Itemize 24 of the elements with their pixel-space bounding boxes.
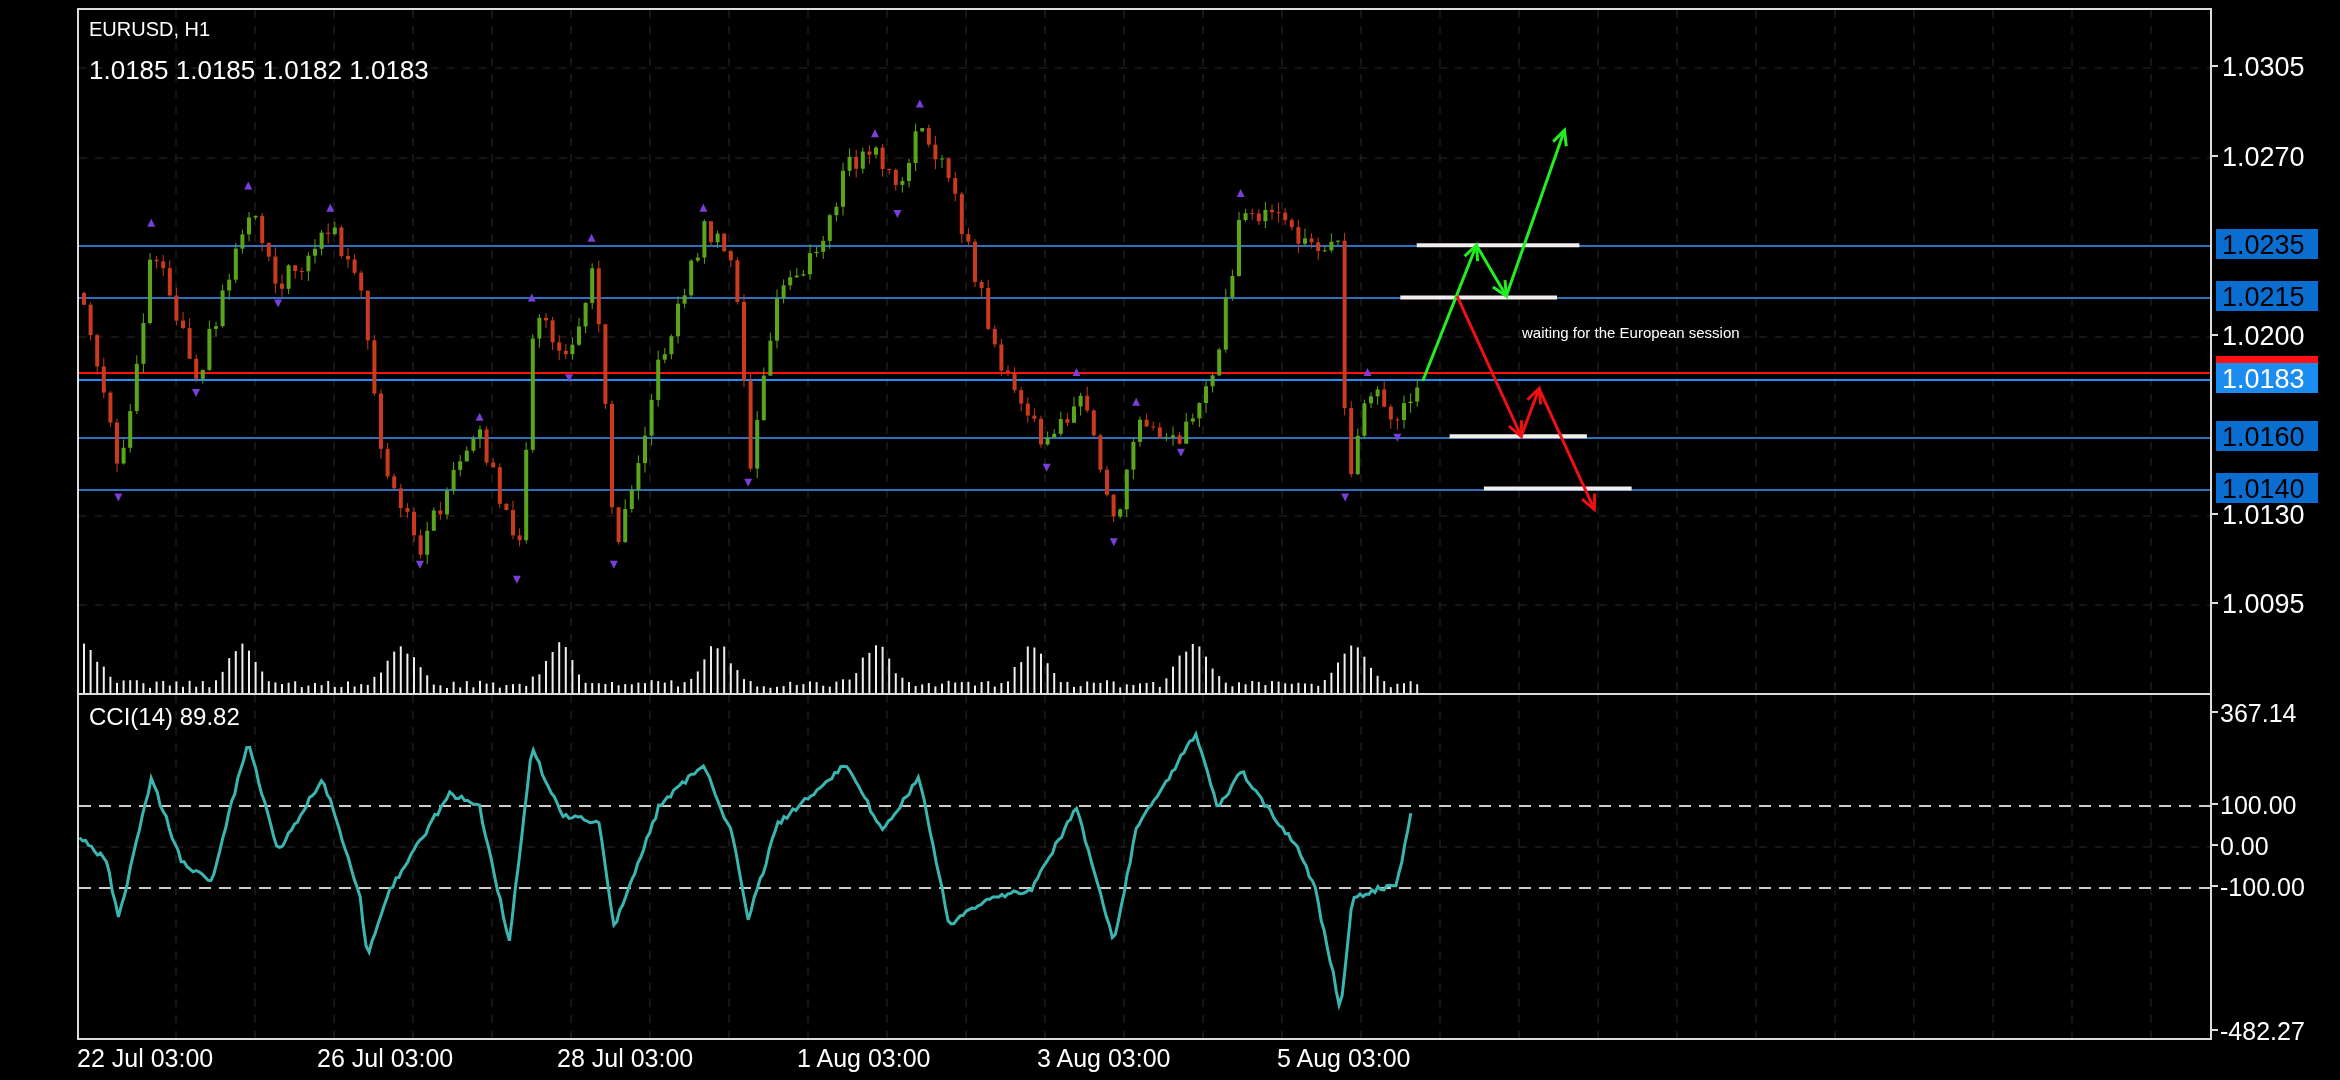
price-level-tag: 1.0215 (2216, 281, 2318, 312)
time-axis-label: 3 Aug 03:00 (1037, 1044, 1172, 1073)
time-axis-label: 5 Aug 03:00 (1277, 1044, 1412, 1073)
price-level-tag: 1.0140 (2216, 473, 2318, 504)
price-tick-label: 1.0305 (2222, 52, 2305, 82)
cci-tick-label: -482.27 (2220, 1017, 2305, 1040)
price-level-tag: 1.0183 (2216, 363, 2318, 394)
cci-tick-label: -100.00 (2220, 873, 2305, 901)
cci-tick-label: 0.00 (2220, 832, 2269, 860)
ohlc-quote: 1.0185 1.0185 1.0182 1.0183 (89, 55, 429, 86)
cci-title: CCI(14) 89.82 (89, 703, 240, 731)
price-level-tag: 1.0235 (2216, 229, 2318, 260)
time-axis-label: 26 Jul 03:00 (317, 1044, 455, 1073)
chart-note: waiting for the European session (1522, 324, 1740, 341)
time-axis-label: 1 Aug 03:00 (797, 1044, 932, 1073)
time-axis-label: 28 Jul 03:00 (557, 1044, 695, 1073)
price-level-tag: 1.0160 (2216, 421, 2318, 452)
price-tick-label: 1.0095 (2222, 589, 2305, 619)
price-tick-label: 1.0200 (2222, 321, 2305, 351)
symbol-title: EURUSD, H1 (89, 18, 211, 41)
cci-tick-label: 367.14 (2220, 699, 2297, 727)
time-axis-label: 22 Jul 03:00 (77, 1044, 215, 1073)
price-tick-label: 1.0270 (2222, 142, 2305, 172)
cci-tick-label: 100.00 (2220, 791, 2297, 819)
